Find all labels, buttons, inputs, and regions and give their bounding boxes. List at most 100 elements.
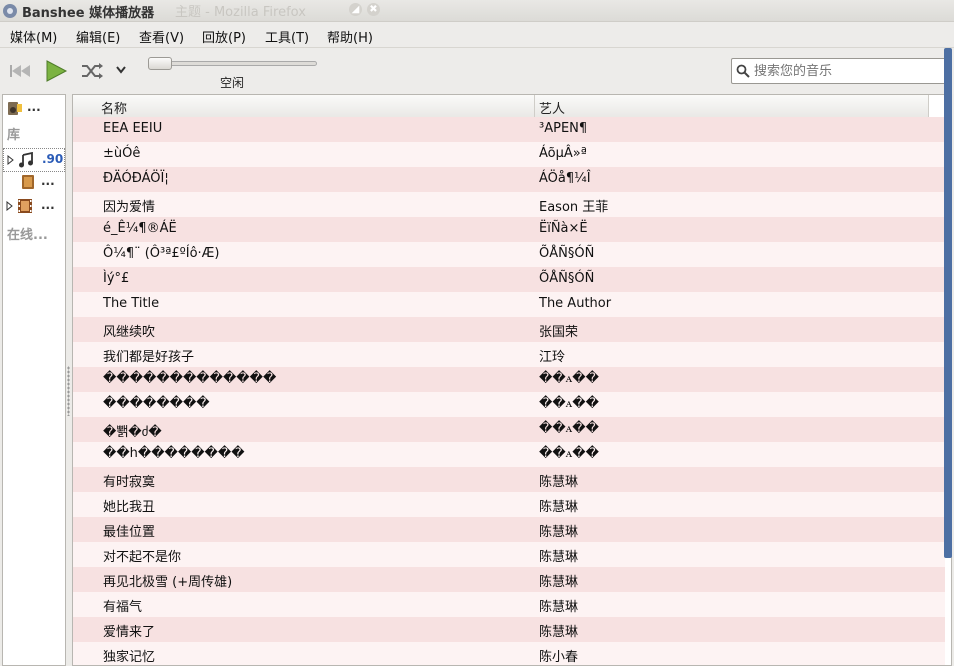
table-row[interactable]: ������������� ��ꭺ�� [73, 367, 945, 392]
table-row[interactable]: The Title The Author [73, 292, 945, 317]
menubar: 媒体(M) 编辑(E) 查看(V) 回放(P) 工具(T) 帮助(H) [0, 22, 954, 48]
table-row[interactable]: �뾁�ძ� ��ꭺ�� [73, 417, 945, 442]
film-icon [18, 199, 32, 213]
track-title: Ìý°£ [103, 271, 130, 286]
table-row[interactable]: ��h�������� ��ꭺ�� [73, 442, 945, 467]
table-row[interactable]: 风继续吹 张国荣 [73, 317, 945, 342]
playback-status: 空闲 [220, 76, 245, 90]
table-row[interactable]: 独家记忆 陈小春 [73, 642, 945, 665]
expand-arrow-icon[interactable] [6, 201, 14, 211]
table-row[interactable]: 她比我丑 陈慧琳 [73, 492, 945, 517]
menu-playback[interactable]: 回放(P) [202, 27, 246, 46]
play-icon[interactable] [44, 59, 68, 83]
search-input[interactable] [754, 62, 944, 80]
track-artist: The Author [539, 296, 612, 311]
track-artist: 陈慧琳 [539, 550, 579, 565]
window-titlebar: 主题 - Mozilla Firefox Banshee 媒体播放器 ◢ ✖ [0, 0, 954, 22]
minimize-icon[interactable]: ◢ [349, 3, 362, 16]
track-artist: ÁÖå¶¼Î [539, 171, 591, 186]
menu-view[interactable]: 查看(V) [139, 27, 184, 46]
track-artist: 陈慧琳 [539, 575, 579, 590]
track-artist: ��ꭺ�� [539, 446, 599, 461]
track-artist: 陈慧琳 [539, 500, 579, 515]
track-title: 有福气 [103, 600, 143, 615]
menu-tools[interactable]: 工具(T) [265, 27, 309, 46]
track-artist: ��ꭺ�� [539, 396, 599, 411]
track-title: 再见北极雪 (+周传雄) [103, 575, 233, 590]
track-title: 她比我丑 [103, 500, 156, 515]
sidebar-header-library: 库 [7, 128, 21, 143]
track-title: �������� [103, 396, 210, 411]
pane-resize-handle[interactable] [67, 366, 70, 416]
table-row[interactable]: é_Ê¼¶®ÁË ËïÑà×Ë [73, 217, 945, 242]
track-title: �뾁�ძ� [103, 425, 162, 440]
table-row[interactable]: 有福气 陈慧琳 [73, 592, 945, 617]
track-title: 爱情来了 [103, 625, 156, 640]
track-title: é_Ê¼¶®ÁË [103, 221, 177, 236]
sidebar-item-videos[interactable]: ... [3, 195, 65, 219]
table-row[interactable]: Ô¼¶¨ (Ô³ª£ºÍô·Æ) ÕÅÑ§ÓÑ [73, 242, 945, 267]
track-title: EEA EEIU [103, 121, 163, 136]
table-row[interactable]: 因为爱情 Eason 王菲 [73, 192, 945, 217]
table-row[interactable]: ±ùÓê ÁõµÂ»ª [73, 142, 945, 167]
sidebar-item-audiobooks[interactable]: ... [3, 171, 65, 195]
track-artist: 陈小春 [539, 650, 579, 665]
sidebar-header-online: 在线... [7, 228, 48, 243]
track-title: 最佳位置 [103, 525, 156, 540]
music-count: .90 [42, 152, 64, 166]
book-icon [22, 175, 34, 189]
track-artist: 陈慧琳 [539, 475, 579, 490]
seek-slider-handle[interactable] [148, 57, 172, 70]
sidebar-item-now-playing[interactable]: ... [3, 97, 65, 121]
track-artist: 张国荣 [539, 325, 579, 340]
track-title: 独家记忆 [103, 650, 156, 665]
track-artist: ��ꭺ�� [539, 421, 599, 436]
track-artist: 江玲 [539, 350, 566, 365]
track-title: 因为爱情 [103, 200, 156, 215]
track-title: 有时寂寞 [103, 475, 156, 490]
sidebar-item-music[interactable]: .90 [3, 148, 65, 172]
music-note-icon [19, 152, 33, 168]
menu-help[interactable]: 帮助(H) [327, 27, 373, 46]
previous-icon[interactable] [8, 62, 32, 80]
table-row[interactable]: 爱情来了 陈慧琳 [73, 617, 945, 642]
window-title: Banshee 媒体播放器 [22, 6, 155, 21]
seek-slider[interactable] [148, 61, 317, 66]
table-row[interactable]: ÐÄÓÐÁÖÏ¦ ÁÖå¶¼Î [73, 167, 945, 192]
banshee-app-icon [3, 4, 17, 18]
track-title: 对不起不是你 [103, 550, 182, 565]
track-artist: 陈慧琳 [539, 600, 579, 615]
menu-edit[interactable]: 编辑(E) [76, 27, 120, 46]
track-artist: ËïÑà×Ë [539, 221, 588, 236]
track-title: 我们都是好孩子 [103, 350, 195, 365]
track-title: ±ùÓê [103, 146, 141, 161]
table-row[interactable]: 再见北极雪 (+周传雄) 陈慧琳 [73, 567, 945, 592]
vertical-scrollbar[interactable] [944, 48, 952, 558]
close-icon[interactable]: ✖ [367, 3, 380, 16]
track-artist: 陈慧琳 [539, 625, 579, 640]
menu-media[interactable]: 媒体(M) [10, 27, 57, 46]
track-title: ������������� [103, 371, 277, 386]
track-title: Ô¼¶¨ (Ô³ª£ºÍô·Æ) [103, 246, 220, 261]
track-artist: ÕÅÑ§ÓÑ [539, 271, 595, 286]
table-row[interactable]: EEA EEIU ³APEN¶ [73, 117, 945, 142]
track-artist: ³APEN¶ [539, 121, 588, 136]
source-sidebar: ... 库 .90 ... ... 在线... [2, 94, 66, 666]
speaker-icon [8, 102, 22, 115]
search-box[interactable] [731, 58, 951, 84]
shuffle-icon[interactable] [80, 62, 104, 80]
expand-arrow-icon[interactable] [7, 155, 15, 165]
track-list: 名称 艺人 EEA EEIU ³APEN¶ ±ùÓê ÁõµÂ»ª ÐÄÓÐÁÖÏ¦ ÁÖ… [72, 94, 952, 666]
track-title: ��h�������� [103, 446, 245, 461]
table-row[interactable]: �������� ��ꭺ�� [73, 392, 945, 417]
table-row[interactable]: 我们都是好孩子 江玲 [73, 342, 945, 367]
search-icon [736, 64, 750, 78]
track-artist: 陈慧琳 [539, 525, 579, 540]
chevron-down-icon[interactable] [115, 65, 127, 75]
table-row[interactable]: 对不起不是你 陈慧琳 [73, 542, 945, 567]
table-row[interactable]: Ìý°£ ÕÅÑ§ÓÑ [73, 267, 945, 292]
table-row[interactable]: 最佳位置 陈慧琳 [73, 517, 945, 542]
track-artist: ÕÅÑ§ÓÑ [539, 246, 595, 261]
track-title: 风继续吹 [103, 325, 156, 340]
table-row[interactable]: 有时寂寞 陈慧琳 [73, 467, 945, 492]
